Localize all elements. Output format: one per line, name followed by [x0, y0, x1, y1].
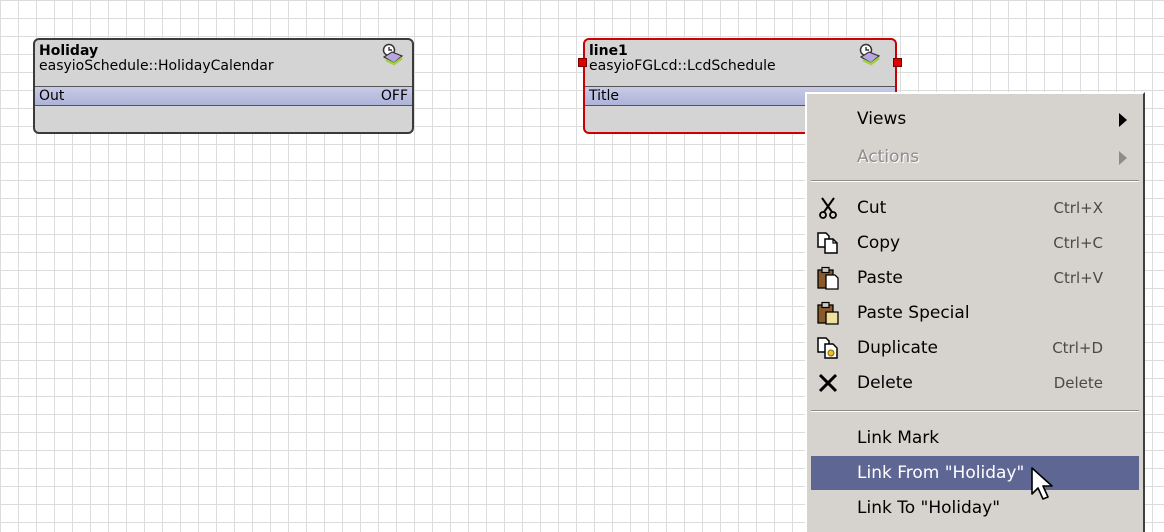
- menu-item-link-mark[interactable]: Link Mark: [811, 421, 1139, 455]
- menu-item-shortcut: Delete: [1053, 374, 1103, 392]
- slot-value: OFF: [380, 88, 408, 104]
- menu-separator: [811, 410, 1139, 412]
- menu-item-cut[interactable]: Cut Ctrl+X: [811, 191, 1139, 225]
- node-name: line1: [589, 43, 628, 59]
- menu-item-paste-special[interactable]: Paste Special: [811, 296, 1139, 330]
- mouse-pointer-icon: [1031, 467, 1053, 500]
- menu-item-delete[interactable]: Delete Delete: [811, 366, 1139, 400]
- copy-icon: [817, 232, 838, 254]
- submenu-arrow-icon: [1119, 113, 1127, 127]
- menu-item-views[interactable]: Views: [811, 102, 1139, 136]
- menu-item-shortcut: Ctrl+X: [1053, 199, 1103, 217]
- menu-item-label: Actions: [857, 147, 920, 167]
- menu-item-label: Paste Special: [857, 303, 970, 323]
- node-footer: [35, 106, 412, 122]
- submenu-arrow-icon: [1119, 151, 1127, 165]
- node-name: Holiday: [39, 43, 99, 59]
- schedule-icon: [859, 43, 881, 66]
- menu-separator: [811, 180, 1139, 182]
- duplicate-icon: [817, 337, 838, 359]
- scissors-icon: [819, 197, 837, 219]
- menu-item-label: Paste: [857, 268, 903, 288]
- clipboard-icon: [817, 266, 839, 290]
- menu-item-paste[interactable]: Paste Ctrl+V: [811, 261, 1139, 295]
- menu-item-actions[interactable]: Actions: [811, 140, 1139, 174]
- menu-item-label: Delete: [857, 373, 913, 393]
- node-type: easyioSchedule::HolidayCalendar: [39, 58, 274, 74]
- slot-label: Title: [589, 88, 620, 104]
- slot-out[interactable]: Out OFF: [35, 86, 412, 106]
- menu-item-label: Cut: [857, 198, 887, 218]
- menu-item-copy[interactable]: Copy Ctrl+C: [811, 226, 1139, 260]
- menu-item-shortcut: Ctrl+V: [1053, 269, 1103, 287]
- context-menu: Views Actions Cut Ctrl+X Copy Ctrl+C Pas…: [805, 92, 1145, 532]
- schedule-icon: [382, 43, 404, 66]
- holiday-node[interactable]: Holiday easyioSchedule::HolidayCalendar …: [33, 38, 414, 134]
- menu-item-label: Link Mark: [857, 428, 940, 448]
- menu-item-label: Duplicate: [857, 338, 938, 358]
- menu-item-label: Views: [857, 109, 907, 129]
- wiresheet-canvas[interactable]: Holiday easyioSchedule::HolidayCalendar …: [0, 0, 1164, 532]
- menu-item-label: Copy: [857, 233, 901, 253]
- menu-item-shortcut: Ctrl+C: [1053, 234, 1103, 252]
- node-header: Holiday easyioSchedule::HolidayCalendar: [35, 40, 412, 86]
- node-type: easyioFGLcd::LcdSchedule: [589, 58, 776, 74]
- node-header: line1 easyioFGLcd::LcdSchedule: [585, 40, 895, 86]
- menu-item-duplicate[interactable]: Duplicate Ctrl+D: [811, 331, 1139, 365]
- menu-item-label: Link To "Holiday": [857, 498, 1001, 518]
- x-icon: [818, 373, 838, 393]
- slot-label: Out: [39, 88, 65, 104]
- menu-item-link-to[interactable]: Link To "Holiday": [811, 491, 1139, 525]
- menu-item-shortcut: Ctrl+D: [1052, 339, 1103, 357]
- clipboard-special-icon: [817, 301, 839, 325]
- menu-item-link-from[interactable]: Link From "Holiday": [811, 456, 1139, 490]
- menu-item-label: Link From "Holiday": [857, 463, 1025, 483]
